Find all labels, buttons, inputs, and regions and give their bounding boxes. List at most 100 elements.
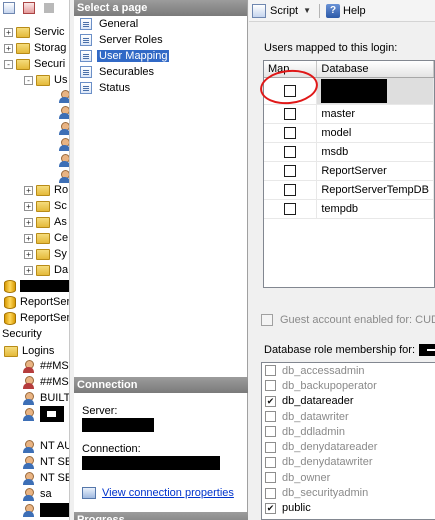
page-item-securables[interactable]: Securables: [74, 64, 247, 80]
guest-account-checkbox[interactable]: [261, 314, 273, 326]
role-checkbox[interactable]: [265, 365, 276, 377]
expand-icon[interactable]: +: [24, 201, 33, 211]
table-row[interactable]: [264, 78, 434, 105]
expand-icon[interactable]: +: [24, 217, 33, 227]
map-cell[interactable]: [264, 200, 318, 218]
tree-login-item-redacted[interactable]: [22, 502, 69, 518]
list-item[interactable]: public: [262, 501, 435, 516]
role-membership-list[interactable]: db_accessadmin db_backupoperator db_data…: [261, 362, 435, 520]
page-item-general[interactable]: General: [74, 16, 247, 32]
tree-login-item[interactable]: sa: [22, 486, 52, 502]
map-checkbox[interactable]: [284, 146, 297, 158]
help-button[interactable]: ? Help: [326, 3, 366, 18]
role-checkbox[interactable]: [265, 426, 276, 438]
tree-item-reportservertempdb[interactable]: ReportSer: [4, 310, 69, 326]
map-cell[interactable]: [264, 105, 318, 123]
tree-item-schemas[interactable]: + Sc: [24, 198, 67, 214]
role-checkbox[interactable]: [265, 395, 276, 407]
list-item[interactable]: db_owner: [262, 470, 435, 485]
map-cell[interactable]: [264, 78, 318, 104]
database-cell[interactable]: master: [317, 105, 434, 123]
role-checkbox[interactable]: [265, 441, 276, 453]
table-row[interactable]: master: [264, 105, 434, 124]
tree-login-item[interactable]: BUILT: [22, 390, 69, 406]
list-item[interactable]: db_datareader: [262, 394, 435, 409]
map-checkbox[interactable]: [284, 127, 297, 139]
collapse-icon[interactable]: -: [24, 75, 33, 85]
page-item-status[interactable]: Status: [74, 80, 247, 96]
role-checkbox[interactable]: [265, 472, 276, 484]
tree-item-database-audit[interactable]: + Da: [24, 262, 68, 278]
expand-icon[interactable]: +: [24, 185, 33, 195]
tree-user-leaf[interactable]: [58, 152, 69, 168]
view-connection-properties-link[interactable]: View connection properties: [102, 487, 234, 499]
tree-item-asymmetric-keys[interactable]: + As: [24, 214, 67, 230]
table-row[interactable]: tempdb: [264, 200, 434, 219]
object-explorer-tree[interactable]: + Servic + Storag - Securi - Us + Ro + S…: [0, 0, 70, 520]
tree-user-leaf[interactable]: [58, 104, 69, 120]
map-cell[interactable]: [264, 143, 318, 161]
column-header-map[interactable]: Map: [264, 61, 318, 77]
view-connection-properties-row[interactable]: View connection properties: [74, 487, 248, 499]
users-mapped-grid[interactable]: Map Database master model msdb ReportSer…: [263, 60, 435, 288]
tree-user-leaf[interactable]: [58, 120, 69, 136]
tree-login-item[interactable]: NT SE: [22, 454, 69, 470]
map-checkbox[interactable]: [284, 203, 297, 215]
column-header-database[interactable]: Database: [317, 61, 434, 77]
database-cell[interactable]: ReportServerTempDB: [317, 181, 434, 199]
map-cell[interactable]: [264, 181, 318, 199]
tree-item-server-objects[interactable]: + Servic: [4, 24, 65, 40]
tree-login-item[interactable]: NT AU: [22, 438, 69, 454]
tree-login-item[interactable]: ##MS: [22, 374, 69, 390]
map-checkbox[interactable]: [284, 184, 297, 196]
database-cell[interactable]: model: [317, 124, 434, 142]
chevron-down-icon[interactable]: ▼: [303, 6, 311, 15]
map-checkbox[interactable]: [284, 85, 297, 97]
tree-item-redacted-db[interactable]: [4, 278, 69, 294]
collapse-icon[interactable]: -: [4, 59, 13, 69]
tree-item-certificates[interactable]: + Ce: [24, 230, 68, 246]
database-cell[interactable]: tempdb: [317, 200, 434, 218]
tree-user-leaf[interactable]: [58, 136, 69, 152]
page-item-server-roles[interactable]: Server Roles: [74, 32, 247, 48]
tree-item-logins[interactable]: Logins: [4, 343, 54, 359]
tree-item-users[interactable]: - Us: [24, 72, 67, 88]
tree-item-reportserver[interactable]: ReportSer: [4, 294, 69, 310]
list-item[interactable]: db_ddladmin: [262, 424, 435, 439]
list-item[interactable]: db_denydatawriter: [262, 455, 435, 470]
expand-icon[interactable]: +: [4, 43, 13, 53]
table-row[interactable]: ReportServerTempDB: [264, 181, 434, 200]
tree-item-roles[interactable]: + Ro: [24, 182, 68, 198]
role-checkbox[interactable]: [265, 411, 276, 423]
map-checkbox[interactable]: [284, 165, 297, 177]
tree-login-item[interactable]: NT SE: [22, 470, 69, 486]
tree-item-server-security[interactable]: Security: [2, 326, 42, 342]
list-item[interactable]: db_backupoperator: [262, 378, 435, 393]
role-checkbox[interactable]: [265, 456, 276, 468]
map-cell[interactable]: [264, 162, 318, 180]
map-checkbox[interactable]: [284, 108, 297, 120]
tree-item-storage[interactable]: + Storag: [4, 40, 66, 56]
tree-login-item-redacted[interactable]: [22, 406, 64, 422]
list-item[interactable]: db_accessadmin: [262, 363, 435, 378]
tree-item-security[interactable]: - Securi: [4, 56, 65, 72]
tree-login-item[interactable]: ##MS: [22, 358, 69, 374]
page-item-user-mapping[interactable]: User Mapping: [74, 48, 247, 64]
role-checkbox[interactable]: [265, 487, 276, 499]
tree-item-symmetric-keys[interactable]: + Sy: [24, 246, 67, 262]
disconnect-icon[interactable]: [23, 2, 35, 14]
list-item[interactable]: db_denydatareader: [262, 439, 435, 454]
expand-icon[interactable]: +: [24, 249, 33, 259]
role-checkbox[interactable]: [265, 502, 276, 514]
list-item[interactable]: db_securityadmin: [262, 485, 435, 500]
expand-icon[interactable]: +: [24, 233, 33, 243]
tree-user-leaf[interactable]: [58, 88, 69, 104]
connect-icon[interactable]: [3, 2, 15, 14]
script-button[interactable]: Script ▼: [252, 3, 311, 18]
expand-icon[interactable]: +: [4, 27, 13, 37]
table-row[interactable]: model: [264, 124, 434, 143]
stop-icon[interactable]: [44, 3, 54, 13]
list-item[interactable]: db_datawriter: [262, 409, 435, 424]
database-cell[interactable]: msdb: [317, 143, 434, 161]
expand-icon[interactable]: +: [24, 265, 33, 275]
